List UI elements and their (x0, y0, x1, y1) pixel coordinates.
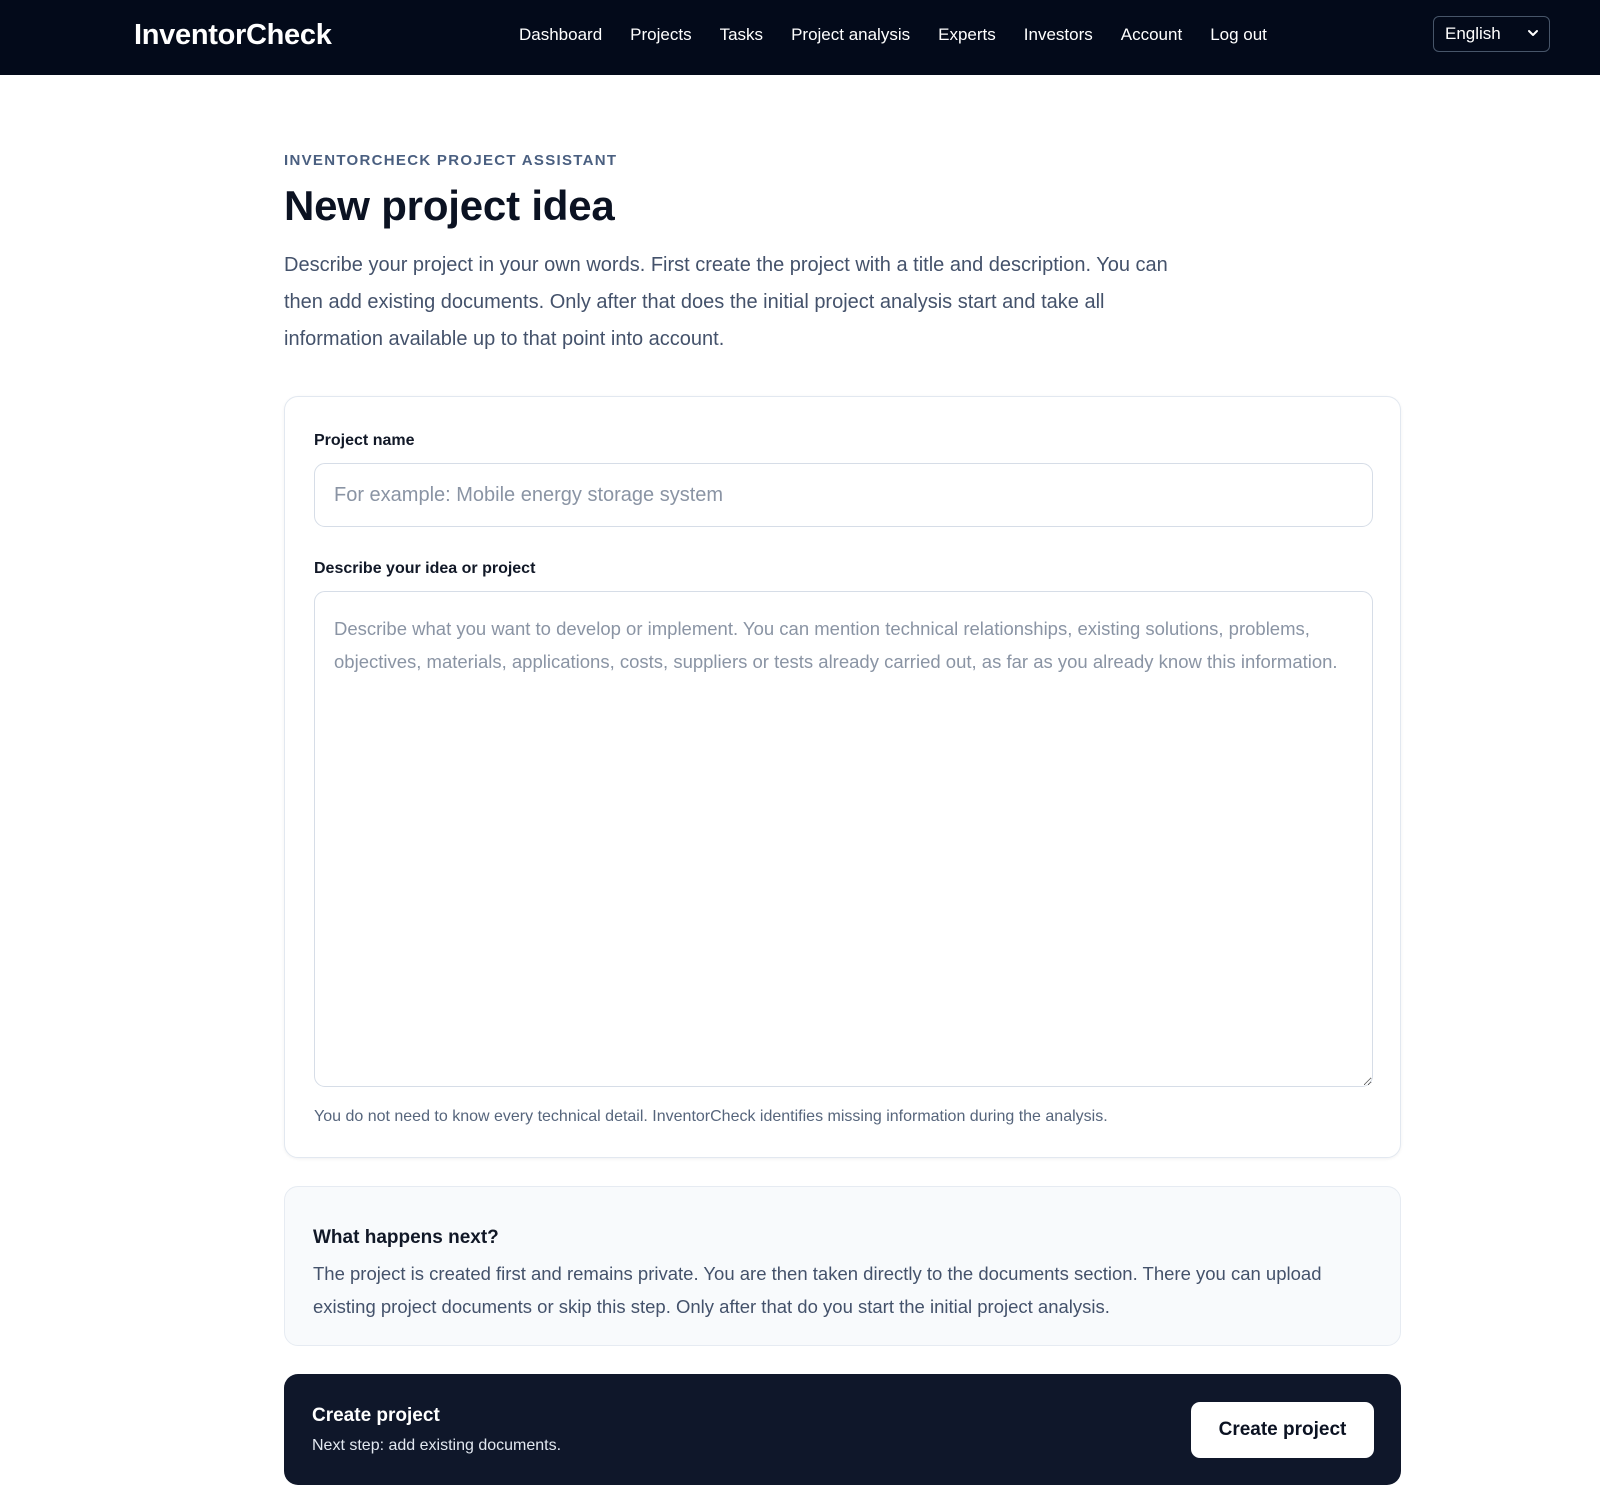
page-title: New project idea (284, 182, 615, 229)
nav-projects[interactable]: Projects (630, 25, 691, 45)
nav-experts[interactable]: Experts (938, 25, 996, 45)
page-intro-text: Describe your project in your own words.… (284, 254, 1168, 350)
project-name-input[interactable] (314, 463, 1373, 527)
create-project-button[interactable]: Create project (1191, 1402, 1374, 1458)
next-steps-title: What happens next? (313, 1227, 499, 1248)
nav-log-out[interactable]: Log out (1210, 25, 1267, 45)
chevron-down-icon (1528, 30, 1538, 36)
brand-logo[interactable]: InventorCheck (134, 17, 332, 53)
page-eyebrow: INVENTORCHECK PROJECT ASSISTANT (284, 152, 618, 169)
create-project-title: Create project (312, 1405, 440, 1426)
next-steps-text: The project is created first and remains… (313, 1263, 1322, 1317)
nav-tasks[interactable]: Tasks (720, 25, 763, 45)
language-select-value: English (1445, 24, 1501, 43)
create-project-subtitle: Next step: add existing documents. (312, 1437, 562, 1454)
project-name-label: Project name (314, 432, 415, 449)
next-steps-info-box: What happens next? The project is create… (284, 1186, 1401, 1346)
nav-account[interactable]: Account (1121, 25, 1182, 45)
project-description-label: Describe your idea or project (314, 560, 536, 577)
project-description-textarea[interactable] (314, 591, 1373, 1087)
top-navigation-bar: InventorCheck Dashboard Projects Tasks P… (0, 0, 1600, 75)
project-form-card: Project name Describe your idea or proje… (284, 396, 1401, 1158)
main-nav: Dashboard Projects Tasks Project analysi… (519, 0, 1267, 69)
nav-investors[interactable]: Investors (1024, 25, 1093, 45)
nav-dashboard[interactable]: Dashboard (519, 25, 602, 45)
create-project-bar: Create project Next step: add existing d… (284, 1374, 1401, 1485)
nav-project-analysis[interactable]: Project analysis (791, 25, 910, 45)
language-select[interactable]: English (1433, 16, 1550, 52)
form-hint-text: You do not need to know every technical … (314, 1108, 1108, 1125)
